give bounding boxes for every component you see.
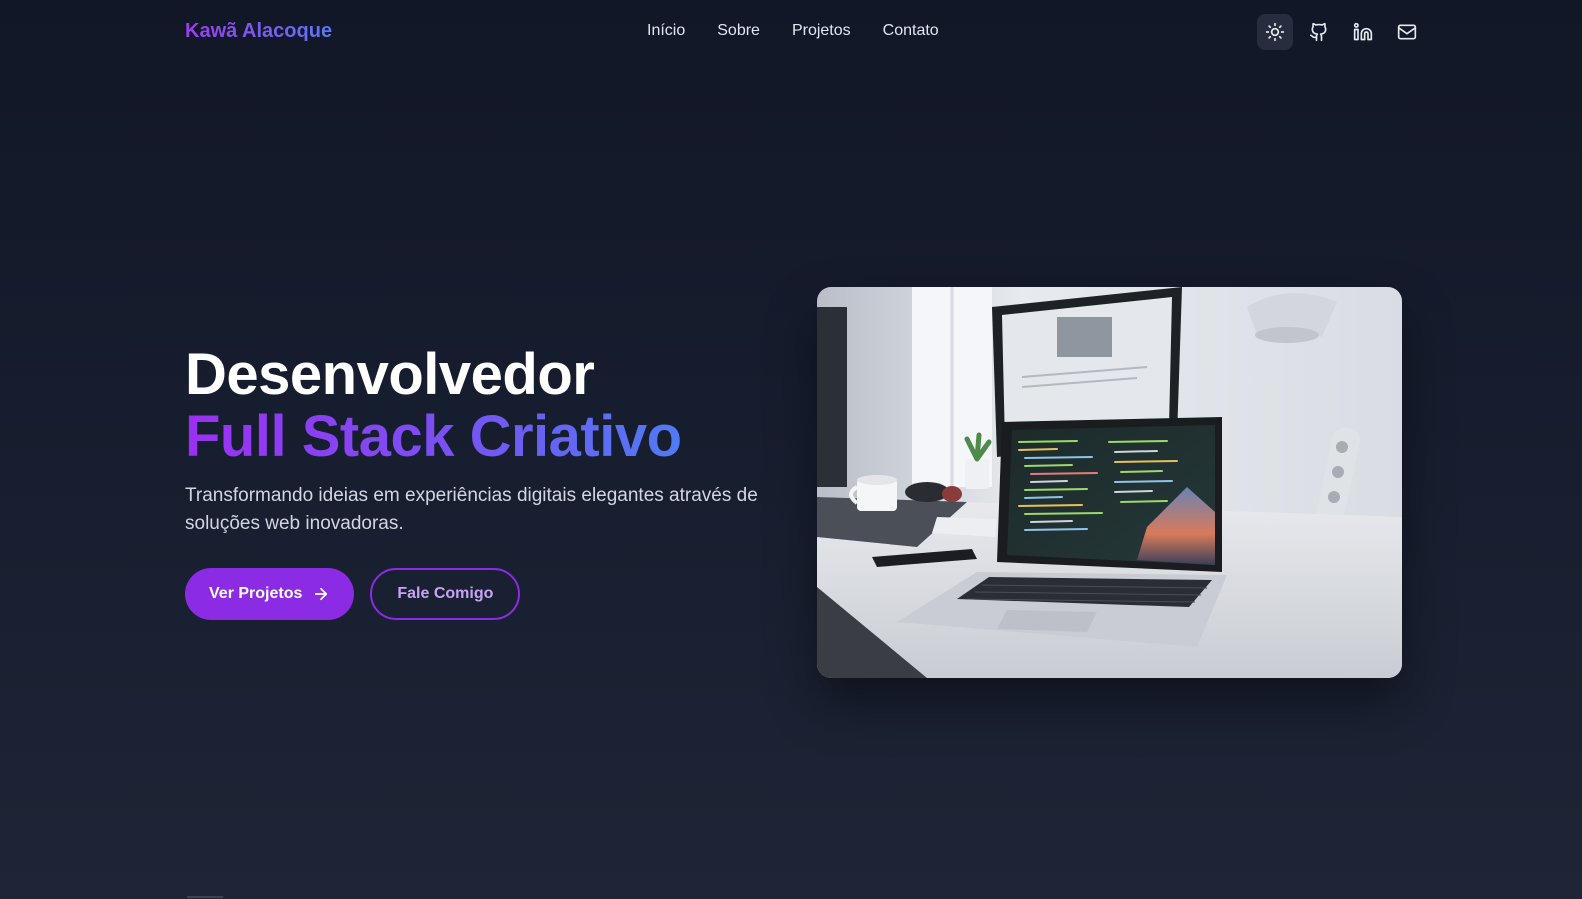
nav-link-inicio[interactable]: Início: [647, 22, 685, 40]
view-projects-button[interactable]: Ver Projetos: [185, 568, 355, 620]
hero-subtitle: Transformando ideias em experiências dig…: [185, 485, 758, 534]
arrow-right-icon: [315, 587, 328, 601]
mail-icon: [1397, 24, 1417, 40]
hero-cta-row: Ver Projetos Fale Comigo: [185, 568, 521, 620]
nav-link-contato[interactable]: Contato: [883, 22, 939, 40]
sun-icon: [1265, 22, 1285, 42]
nav-link-sobre[interactable]: Sobre: [717, 22, 760, 40]
site-logo[interactable]: Kawã Alacoque: [185, 20, 332, 43]
desk-laptop-illustration: [817, 287, 1402, 678]
nav-link-projetos[interactable]: Projetos: [792, 22, 851, 40]
hero-headline-line2: Full Stack Criativo: [185, 404, 682, 469]
nav-links: Início Sobre Projetos Contato: [647, 22, 939, 40]
linkedin-link[interactable]: [1345, 14, 1381, 50]
theme-toggle-button[interactable]: [1257, 14, 1293, 50]
hero-section: Desenvolvedor Full Stack Criativo Transf…: [185, 344, 765, 557]
contact-me-button[interactable]: Fale Comigo: [370, 568, 521, 620]
mail-link[interactable]: [1389, 14, 1425, 50]
linkedin-icon: [1353, 22, 1373, 41]
hero-image: [817, 287, 1402, 678]
view-projects-label: Ver Projetos: [209, 585, 303, 602]
github-icon: [1309, 22, 1327, 42]
section-divider: [187, 896, 223, 898]
hero-headline-line1: Desenvolvedor: [185, 342, 595, 407]
navbar: Kawã Alacoque Início Sobre Projetos Cont…: [0, 0, 1582, 66]
github-link[interactable]: [1301, 14, 1337, 50]
nav-actions: [1257, 14, 1425, 50]
contact-me-label: Fale Comigo: [397, 585, 494, 602]
